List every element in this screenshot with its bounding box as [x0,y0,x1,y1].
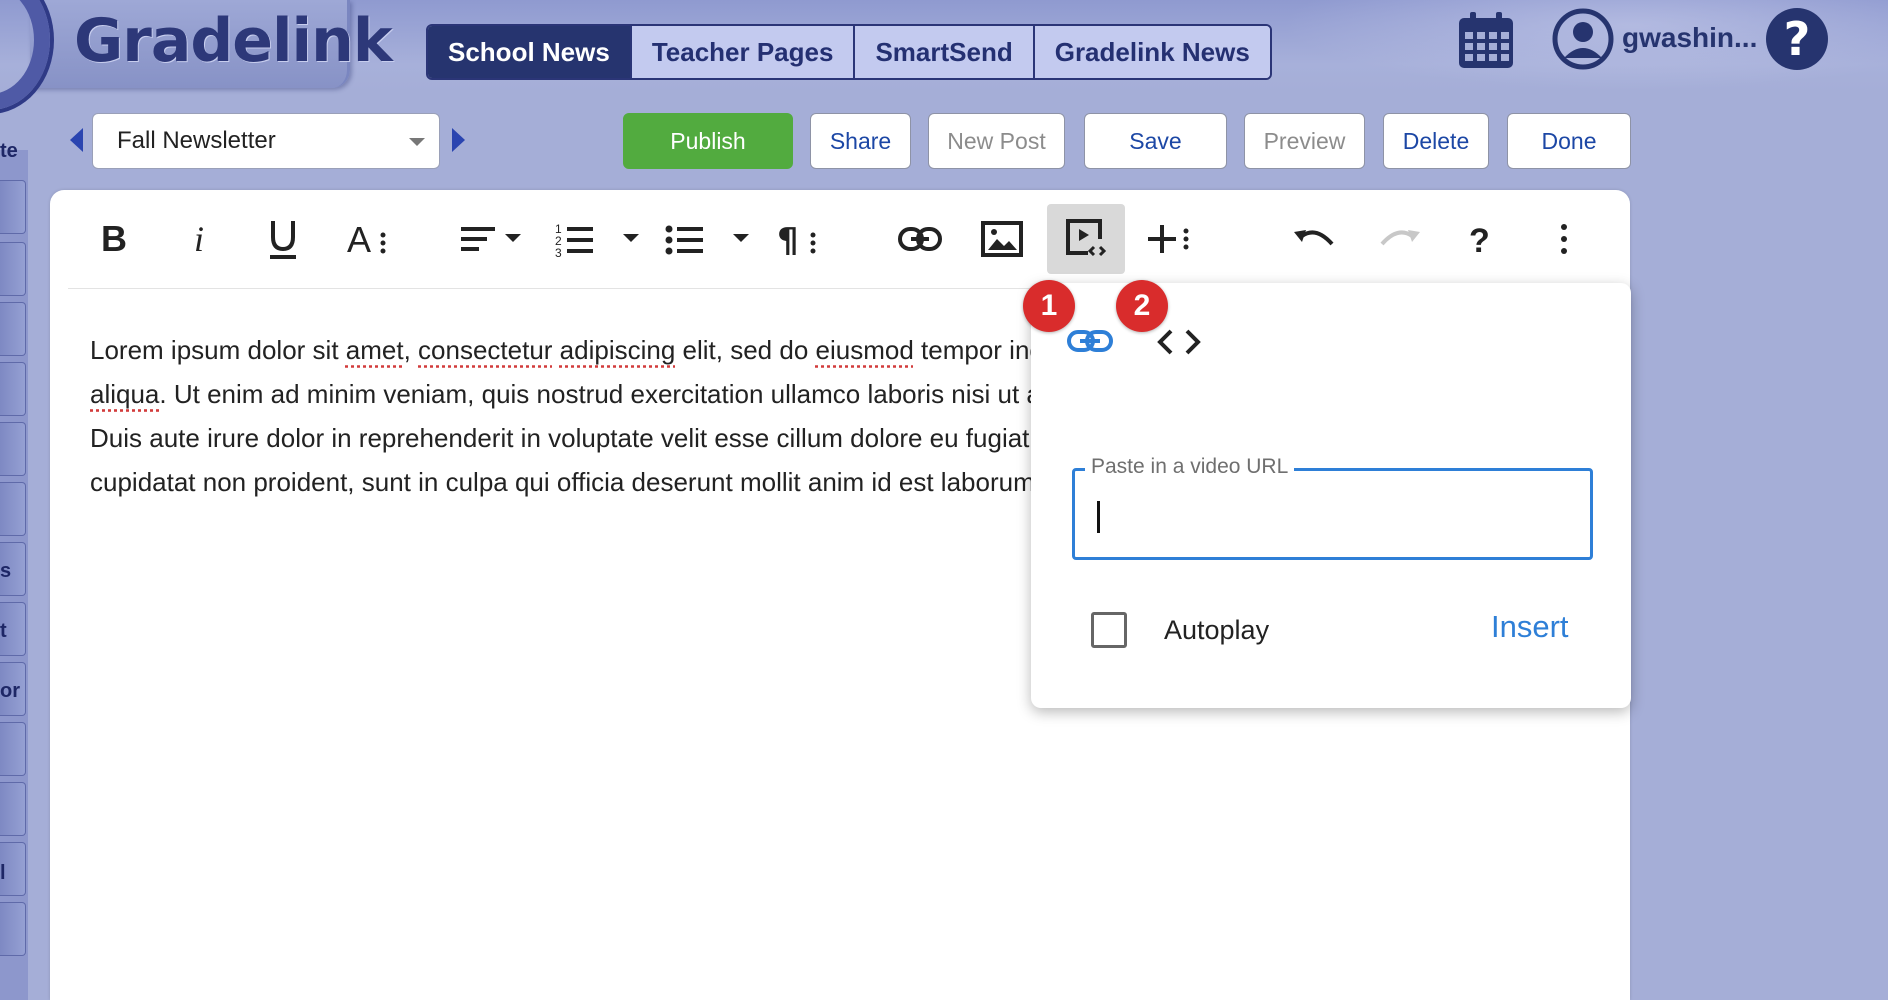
autoplay-checkbox[interactable] [1091,612,1127,648]
ordered-list-icon[interactable]: 123 [552,204,642,274]
content-line: cupidatat non proident, sunt in culpa qu… [90,460,1070,504]
calendar-icon[interactable] [1456,10,1516,70]
sidebar-item-label: te [0,140,18,162]
font-size-icon[interactable]: A [342,204,392,274]
sidebar-item-label: s [0,560,12,582]
paragraph-format-icon[interactable]: ¶ [772,204,822,274]
svg-text:¶: ¶ [777,221,799,259]
insert-button[interactable]: Insert [1491,609,1569,645]
tab-teacher-pages[interactable]: Teacher Pages [631,26,856,78]
newsletter-select[interactable]: Fall Newsletter [92,113,440,169]
bold-icon[interactable]: B [90,204,134,274]
insert-image-icon[interactable] [974,204,1030,274]
preview-button[interactable]: Preview [1244,113,1365,169]
previous-arrow-icon[interactable] [70,128,83,152]
svg-text:3: 3 [555,246,562,259]
sidebar-item[interactable] [0,422,26,476]
unordered-list-icon[interactable] [662,204,752,274]
chevron-down-icon [409,138,425,146]
svg-text:?: ? [1469,222,1490,259]
share-button[interactable]: Share [810,113,911,169]
help-icon[interactable]: ? [1456,204,1504,274]
user-avatar-icon[interactable] [1552,8,1614,70]
svg-text:i: i [194,219,204,259]
autoplay-label: Autoplay [1164,615,1270,645]
sidebar-item[interactable] [0,302,26,356]
svg-text:B: B [101,219,127,259]
sidebar-item[interactable] [0,782,26,836]
spellcheck-word: aliqua [90,379,160,409]
text-cursor [1097,501,1100,533]
svg-text:A: A [347,219,371,259]
spellcheck-word: consectetur [418,335,553,365]
text-run: Lorem ipsum dolor sit [90,335,346,365]
sidebar-item[interactable] [0,482,26,536]
new-post-button[interactable]: New Post [928,113,1065,169]
insert-video-popup: Paste in a video URL Autoplay Insert [1031,283,1631,708]
video-url-label: Paste in a video URL [1085,455,1295,479]
text-run: cupidatat non proident, sunt in culpa qu… [90,467,1042,497]
sidebar-item[interactable] [0,180,26,234]
text-run: . Ut enim ad minim veniam, quis nostrud … [159,379,1070,409]
sidebar-item[interactable] [0,362,26,416]
align-icon[interactable] [458,204,524,274]
sidebar-item[interactable] [0,902,26,956]
text-run [552,335,559,365]
content-line: aliqua. Ut enim ad minim veniam, quis no… [90,372,1070,416]
content-line: Lorem ipsum dolor sit amet, consectetur … [90,328,1070,372]
undo-icon[interactable] [1286,204,1342,274]
sidebar-item-label: or [0,680,20,702]
editor-content[interactable]: Lorem ipsum dolor sit amet, consectetur … [90,328,1070,504]
annotation-badge-1: 1 [1023,280,1075,332]
save-button[interactable]: Save [1084,113,1227,169]
main-nav: School News Teacher Pages SmartSend Grad… [426,24,1272,80]
spellcheck-word: eiusmod [815,335,914,365]
italic-icon[interactable]: i [178,204,222,274]
text-run: , [403,335,419,365]
logo-emblem [0,0,50,110]
video-url-input[interactable]: Paste in a video URL [1072,455,1593,560]
app-logo[interactable]: Gradelink [74,6,393,76]
sidebar-item[interactable] [0,242,26,296]
username[interactable]: gwashin... [1622,22,1757,54]
publish-button[interactable]: Publish [623,113,793,169]
insert-link-icon[interactable] [892,204,948,274]
delete-button[interactable]: Delete [1383,113,1489,169]
content-line: Duis aute irure dolor in reprehenderit i… [90,416,1070,460]
tab-gradelink-news[interactable]: Gradelink News [1034,26,1270,78]
annotation-badge-2: 2 [1116,280,1168,332]
help-icon[interactable]: ? [1766,8,1828,70]
sidebar-item[interactable] [0,722,26,776]
text-run: Duis aute irure dolor in reprehenderit i… [90,423,1070,453]
spellcheck-word: amet [345,335,404,365]
done-button[interactable]: Done [1507,113,1631,169]
redo-icon[interactable] [1372,204,1428,274]
insert-video-icon[interactable] [1047,204,1125,274]
spellcheck-word: adipiscing [559,335,676,365]
embed-code-tab-icon[interactable] [1155,325,1203,359]
video-by-url-tab-icon[interactable] [1065,323,1115,359]
underline-icon[interactable] [258,204,308,274]
newsletter-select-value: Fall Newsletter [117,127,276,154]
insert-more-icon[interactable] [1142,204,1198,274]
tab-smartsend[interactable]: SmartSend [855,26,1035,78]
text-run: elit, sed do [675,335,816,365]
tab-school-news[interactable]: School News [428,26,632,78]
sidebar-item-label: l [0,862,6,884]
next-arrow-icon[interactable] [452,128,465,152]
more-options-icon[interactable] [1540,204,1588,274]
sidebar-item-label: t [0,620,7,642]
editor-toolbar: B i A 123 ¶ ? [50,190,1630,290]
